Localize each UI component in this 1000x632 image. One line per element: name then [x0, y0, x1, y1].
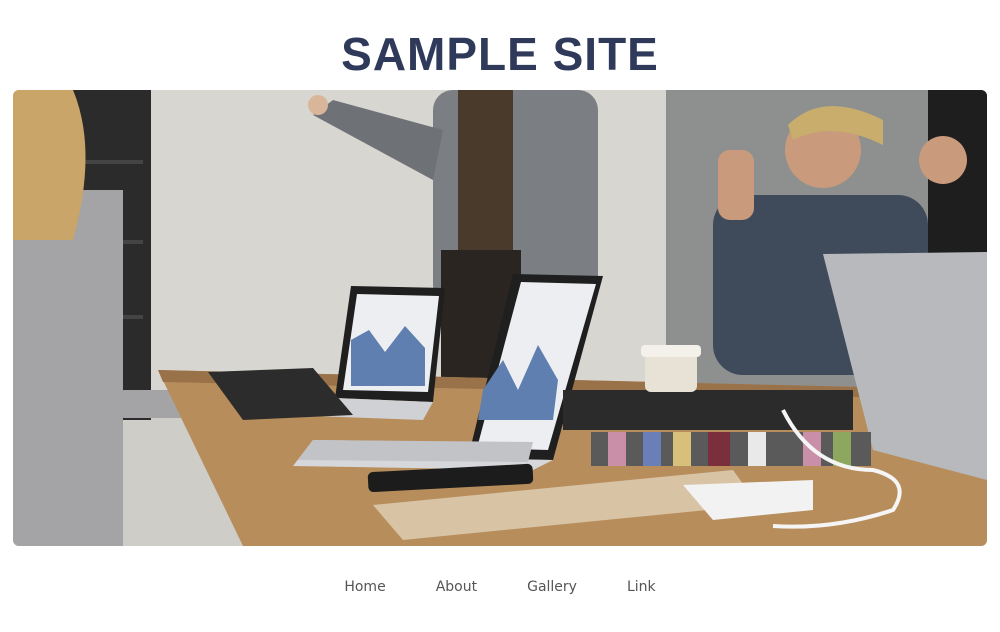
page: SAMPLE SITE Home About Gallery Link	[0, 0, 1000, 632]
nav-link-link[interactable]: Link	[602, 576, 681, 598]
main-nav: Home About Gallery Link	[0, 576, 1000, 598]
nav-link-about[interactable]: About	[411, 576, 502, 598]
hero-image	[13, 90, 987, 546]
hero-photo-illustration	[13, 90, 987, 546]
nav-link-home[interactable]: Home	[319, 576, 410, 598]
nav-link-gallery[interactable]: Gallery	[502, 576, 602, 598]
woman-right-person	[919, 90, 987, 270]
binders	[563, 390, 871, 466]
site-title: SAMPLE SITE	[341, 28, 659, 80]
coffee-cup	[645, 352, 697, 392]
